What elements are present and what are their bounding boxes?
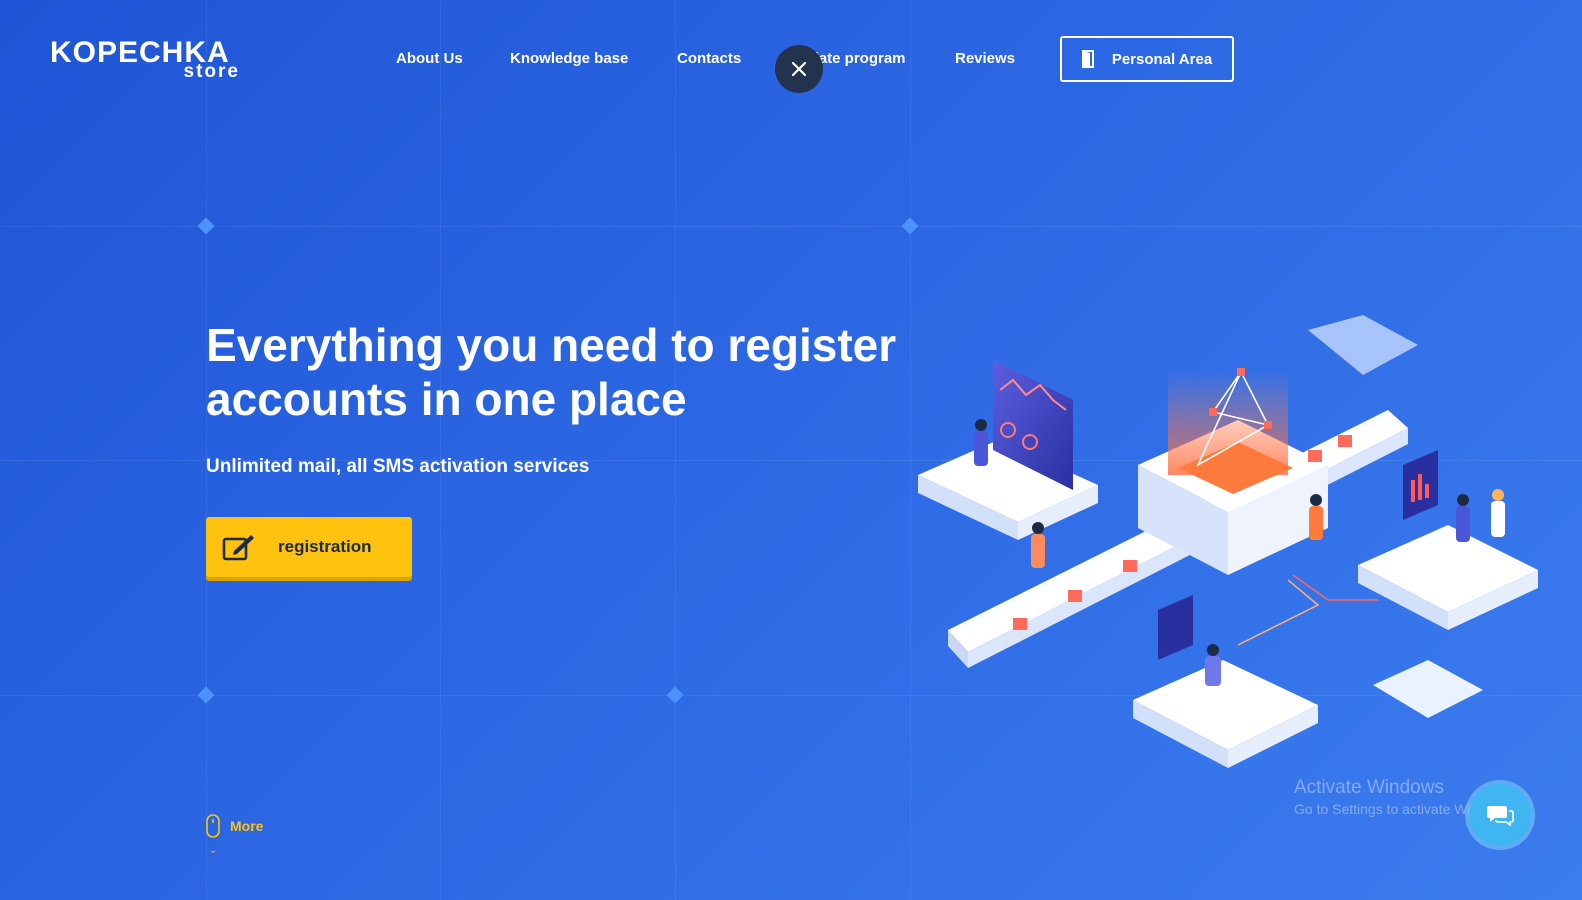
diamond-marker xyxy=(197,217,215,235)
door-icon xyxy=(1081,50,1094,68)
chat-icon xyxy=(1487,806,1514,827)
more-link[interactable]: More xyxy=(206,814,263,838)
nav-contacts[interactable]: Contacts xyxy=(677,50,741,67)
registration-button[interactable]: registration xyxy=(206,517,412,577)
more-label: More xyxy=(230,818,264,834)
diamond-marker xyxy=(901,217,919,235)
grid-line xyxy=(675,0,676,900)
chat-button[interactable] xyxy=(1469,784,1531,846)
hero-illustration xyxy=(918,315,1538,768)
close-button[interactable] xyxy=(775,45,823,93)
nav-knowledge-base[interactable]: Knowledge base xyxy=(510,50,628,67)
diamond-marker xyxy=(666,686,684,704)
chevron-down-icon: ⌄ xyxy=(209,845,218,856)
logo[interactable]: KOPECHKA store xyxy=(50,36,250,84)
mouse-icon xyxy=(206,814,220,838)
logo-subtitle: store xyxy=(183,61,240,82)
grid-line xyxy=(440,0,441,900)
personal-area-label: Personal Area xyxy=(1111,50,1213,68)
nav-about[interactable]: About Us xyxy=(396,50,463,67)
registration-label: registration xyxy=(278,537,372,556)
grid-line xyxy=(206,0,207,900)
close-icon xyxy=(791,61,807,77)
diamond-marker xyxy=(197,686,215,704)
personal-area-button[interactable]: Personal Area xyxy=(1060,36,1234,82)
nav-reviews[interactable]: Reviews xyxy=(955,50,1015,67)
grid-line xyxy=(0,226,1582,227)
hero-title: Everything you need to register accounts… xyxy=(206,319,897,425)
edit-icon xyxy=(222,535,254,561)
hero-subtitle: Unlimited mail, all SMS activation servi… xyxy=(206,456,590,477)
